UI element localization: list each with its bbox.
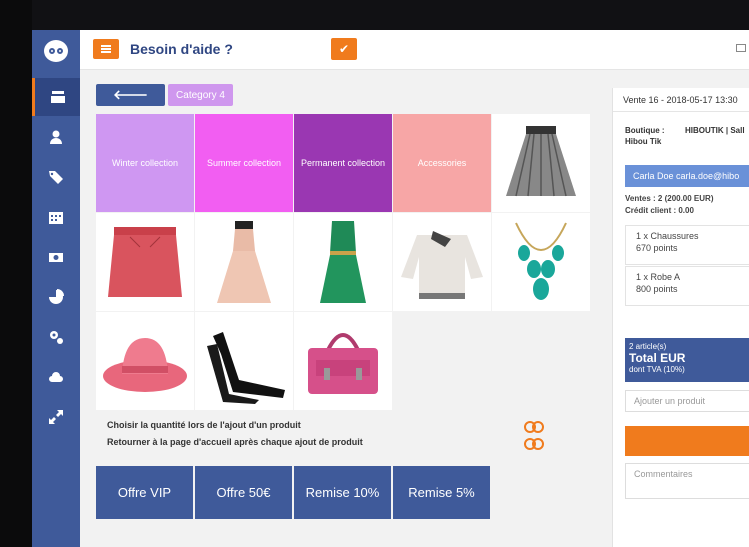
- option-return-home-toggle[interactable]: [524, 438, 546, 450]
- back-button[interactable]: 🡐: [96, 84, 165, 106]
- product-green-dress[interactable]: [294, 213, 392, 311]
- article-count: 2 article(s): [629, 342, 667, 351]
- cart-line-item[interactable]: 1 x Robe A 800 points: [625, 266, 749, 306]
- product-pink-hat[interactable]: [96, 312, 194, 410]
- mail-icon[interactable]: [736, 44, 746, 52]
- check-icon: ✔: [338, 42, 350, 56]
- pie-chart-icon[interactable]: [32, 278, 80, 316]
- validate-button[interactable]: ✔: [331, 38, 357, 60]
- category-tile-accessories[interactable]: Accessories: [393, 114, 491, 212]
- offer-buttons: Offre VIP Offre 50€ Remise 10% Remise 5%: [96, 466, 491, 519]
- cart-item-name: 1 x Robe A: [636, 272, 681, 282]
- product-grey-skirt[interactable]: [492, 114, 590, 212]
- offer-vip-button[interactable]: Offre VIP: [96, 466, 193, 519]
- app-screen: Besoin d'aide ? ✔ 🡐 Category 4 Winter co…: [32, 30, 749, 547]
- option-quantity-toggle[interactable]: [524, 421, 546, 433]
- offer-50-button[interactable]: Offre 50€: [195, 466, 292, 519]
- sale-header: Vente 16 - 2018-05-17 13:30: [613, 88, 749, 112]
- discount-10-button[interactable]: Remise 10%: [294, 466, 391, 519]
- hamburger-icon: [101, 45, 111, 53]
- cart-item-name: 1 x Chaussures: [636, 231, 699, 241]
- register-icon[interactable]: [32, 78, 80, 116]
- product-grid: Winter collection Summer collection Perm…: [96, 114, 591, 411]
- checkout-button[interactable]: [625, 426, 749, 456]
- product-red-skirt[interactable]: [96, 213, 194, 311]
- option-quantity-label: Choisir la quantité lors de l'ajout d'un…: [107, 420, 301, 430]
- product-white-sweater[interactable]: [393, 213, 491, 311]
- shop-value: HIBOUTIK | Sall: [685, 126, 745, 135]
- cash-icon[interactable]: [32, 238, 80, 276]
- client-sales-count: Ventes : 2 (200.00 EUR): [625, 194, 714, 203]
- help-title[interactable]: Besoin d'aide ?: [130, 41, 233, 57]
- comments-field[interactable]: Commentaires: [625, 463, 749, 499]
- top-bar: Besoin d'aide ? ✔: [80, 30, 749, 70]
- total-box: 2 article(s) Total EUR dont TVA (10%): [625, 338, 749, 382]
- calendar-icon[interactable]: [32, 198, 80, 236]
- settings-icon[interactable]: [32, 318, 80, 356]
- category-tile-permanent[interactable]: Permanent collection: [294, 114, 392, 212]
- option-return-home-label: Retourner à la page d'accueil après chaq…: [107, 437, 363, 447]
- device-bezel-left: [0, 0, 32, 547]
- category-tile-summer[interactable]: Summer collection: [195, 114, 293, 212]
- discount-5-button[interactable]: Remise 5%: [393, 466, 490, 519]
- product-black-heels[interactable]: [195, 312, 293, 410]
- owl-logo-icon[interactable]: [44, 40, 68, 62]
- menu-button[interactable]: [93, 39, 119, 59]
- product-pink-bag[interactable]: [294, 312, 392, 410]
- cart-item-points: 670 points: [636, 243, 678, 253]
- client-selector[interactable]: Carla Doe carla.doe@hibo: [625, 165, 749, 187]
- breadcrumb-category[interactable]: Category 4: [168, 84, 233, 106]
- total-label: Total EUR: [629, 351, 686, 365]
- vat-label: dont TVA (10%): [629, 365, 685, 374]
- tags-icon[interactable]: [32, 158, 80, 196]
- device-bezel-top: [0, 0, 749, 30]
- expand-icon[interactable]: [32, 398, 80, 436]
- sale-panel: Vente 16 - 2018-05-17 13:30 Boutique : H…: [612, 88, 749, 547]
- shop-value-line2: Hibou Tik: [625, 137, 662, 146]
- client-credit: Crédit client : 0.00: [625, 206, 694, 215]
- cloud-icon[interactable]: [32, 358, 80, 396]
- product-pink-dress[interactable]: [195, 213, 293, 311]
- user-icon[interactable]: [32, 118, 80, 156]
- cart-item-points: 800 points: [636, 284, 678, 294]
- shop-label: Boutique :: [625, 126, 665, 135]
- arrow-left-icon: 🡐: [113, 87, 148, 102]
- product-teal-necklace[interactable]: [492, 213, 590, 311]
- add-product-input[interactable]: Ajouter un produit: [625, 390, 749, 412]
- sidebar: [32, 30, 80, 547]
- cart-line-item[interactable]: 1 x Chaussures 670 points: [625, 225, 749, 265]
- category-tile-winter[interactable]: Winter collection: [96, 114, 194, 212]
